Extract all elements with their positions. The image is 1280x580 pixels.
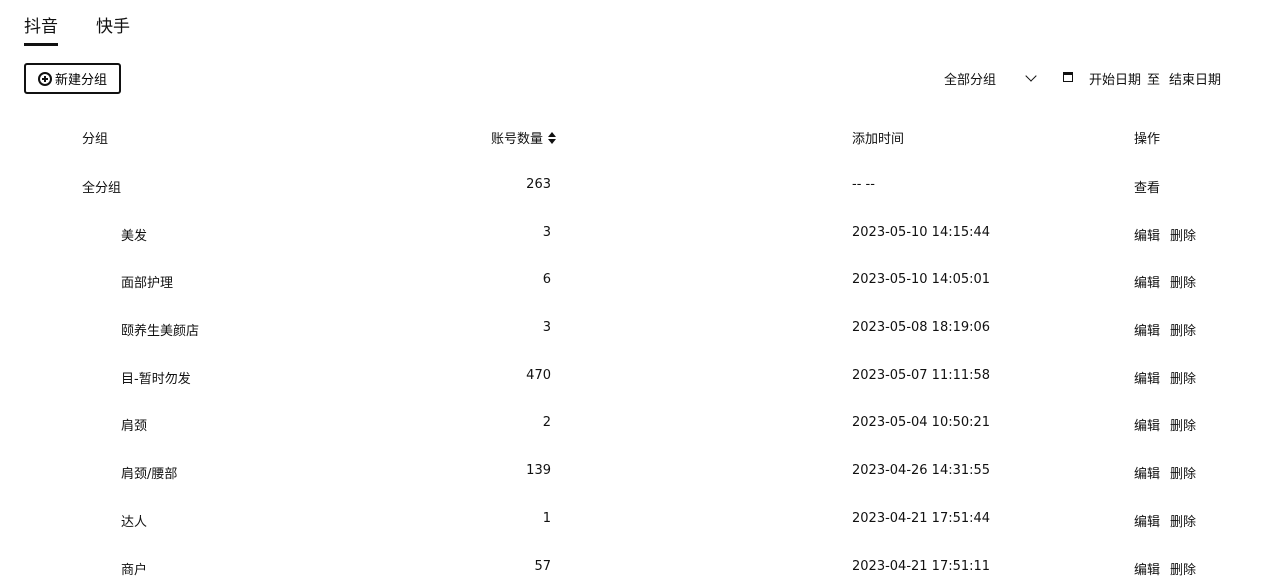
- account-count: 139: [526, 463, 551, 478]
- platform-tabs: 抖音 快手: [24, 14, 168, 48]
- group-name: 美发: [121, 229, 148, 244]
- date-range-separator: 至: [1147, 73, 1161, 88]
- edit-link[interactable]: 编辑: [1134, 324, 1160, 339]
- group-name: 面部护理: [121, 276, 174, 291]
- added-time: 2023-05-10 14:15:44: [852, 225, 991, 240]
- group-name: 全分组: [82, 181, 122, 196]
- header-added-time: 添加时间: [852, 132, 905, 147]
- edit-link[interactable]: 编辑: [1134, 515, 1160, 530]
- table-row: 目-暂时勿发 470 2023-05-07 11:11:58 编辑 删除: [0, 368, 1280, 415]
- group-name: 商户: [121, 563, 148, 578]
- group-name: 目-暂时勿发: [121, 372, 191, 387]
- date-start-input[interactable]: 开始日期: [1089, 69, 1141, 88]
- table-row: 面部护理 6 2023-05-10 14:05:01 编辑 删除: [0, 272, 1280, 319]
- account-count: 1: [542, 511, 551, 526]
- header-group: 分组: [82, 132, 109, 147]
- added-time: 2023-05-07 11:11:58: [852, 368, 991, 383]
- account-count: 2: [542, 415, 551, 430]
- delete-link[interactable]: 删除: [1170, 372, 1196, 387]
- account-count: 263: [526, 177, 551, 192]
- table-row: 肩颈/腰部 139 2023-04-26 14:31:55 编辑 删除: [0, 463, 1280, 510]
- header-account-count[interactable]: 账号数量: [491, 128, 557, 147]
- account-count: 3: [542, 320, 551, 335]
- added-time: 2023-04-26 14:31:55: [852, 463, 991, 478]
- delete-link[interactable]: 删除: [1170, 229, 1196, 244]
- row-actions: 编辑 删除: [1134, 559, 1206, 578]
- row-actions: 查看: [1134, 177, 1170, 196]
- delete-link[interactable]: 删除: [1170, 419, 1196, 434]
- edit-link[interactable]: 编辑: [1134, 419, 1160, 434]
- plus-circle-icon: [37, 71, 52, 86]
- row-actions: 编辑 删除: [1134, 272, 1206, 291]
- delete-link[interactable]: 删除: [1170, 467, 1196, 482]
- added-time: 2023-04-21 17:51:11: [852, 559, 991, 574]
- chevron-down-icon[interactable]: [1025, 70, 1037, 82]
- added-time: -- --: [852, 177, 875, 192]
- row-actions: 编辑 删除: [1134, 463, 1206, 482]
- tab-douyin[interactable]: 抖音: [24, 14, 58, 46]
- tab-kuaishou[interactable]: 快手: [96, 14, 130, 46]
- edit-link[interactable]: 编辑: [1134, 467, 1160, 482]
- added-time: 2023-05-10 14:05:01: [852, 272, 991, 287]
- added-time: 2023-05-04 10:50:21: [852, 415, 991, 430]
- group-name: 颐养生美颜店: [121, 324, 200, 339]
- table-row: 肩颈 2 2023-05-04 10:50:21 编辑 删除: [0, 415, 1280, 462]
- row-actions: 编辑 删除: [1134, 225, 1206, 244]
- sort-icon[interactable]: [548, 132, 557, 144]
- added-time: 2023-04-21 17:51:44: [852, 511, 991, 526]
- added-time: 2023-05-08 18:19:06: [852, 320, 991, 335]
- account-count: 57: [534, 559, 551, 574]
- row-actions: 编辑 删除: [1134, 511, 1206, 530]
- delete-link[interactable]: 删除: [1170, 324, 1196, 339]
- date-end-input[interactable]: 结束日期: [1169, 69, 1221, 88]
- table-row: 全分组 263 -- -- 查看: [0, 177, 1280, 224]
- new-group-label: 新建分组: [54, 72, 107, 87]
- header-actions: 操作: [1134, 132, 1161, 147]
- account-count: 6: [542, 272, 551, 287]
- edit-link[interactable]: 编辑: [1134, 229, 1160, 244]
- row-actions: 编辑 删除: [1134, 320, 1206, 339]
- group-name: 肩颈: [121, 419, 148, 434]
- account-count: 3: [542, 225, 551, 240]
- view-link[interactable]: 查看: [1134, 181, 1160, 196]
- edit-link[interactable]: 编辑: [1134, 563, 1160, 578]
- table-row: 商户 57 2023-04-21 17:51:11 编辑 删除: [0, 559, 1280, 580]
- account-count: 470: [526, 368, 551, 383]
- group-name: 达人: [121, 515, 148, 530]
- calendar-icon: [1063, 72, 1073, 82]
- group-filter-select[interactable]: 全部分组: [944, 68, 996, 88]
- edit-link[interactable]: 编辑: [1134, 372, 1160, 387]
- edit-link[interactable]: 编辑: [1134, 276, 1160, 291]
- group-name: 肩颈/腰部: [121, 467, 178, 482]
- row-actions: 编辑 删除: [1134, 368, 1206, 387]
- delete-link[interactable]: 删除: [1170, 515, 1196, 530]
- delete-link[interactable]: 删除: [1170, 563, 1196, 578]
- table-row: 达人 1 2023-04-21 17:51:44 编辑 删除: [0, 511, 1280, 558]
- delete-link[interactable]: 删除: [1170, 276, 1196, 291]
- table-row: 颐养生美颜店 3 2023-05-08 18:19:06 编辑 删除: [0, 320, 1280, 367]
- new-group-button[interactable]: 新建分组: [24, 63, 121, 94]
- table-row: 美发 3 2023-05-10 14:15:44 编辑 删除: [0, 225, 1280, 272]
- header-account-count-label: 账号数量: [491, 132, 544, 147]
- row-actions: 编辑 删除: [1134, 415, 1206, 434]
